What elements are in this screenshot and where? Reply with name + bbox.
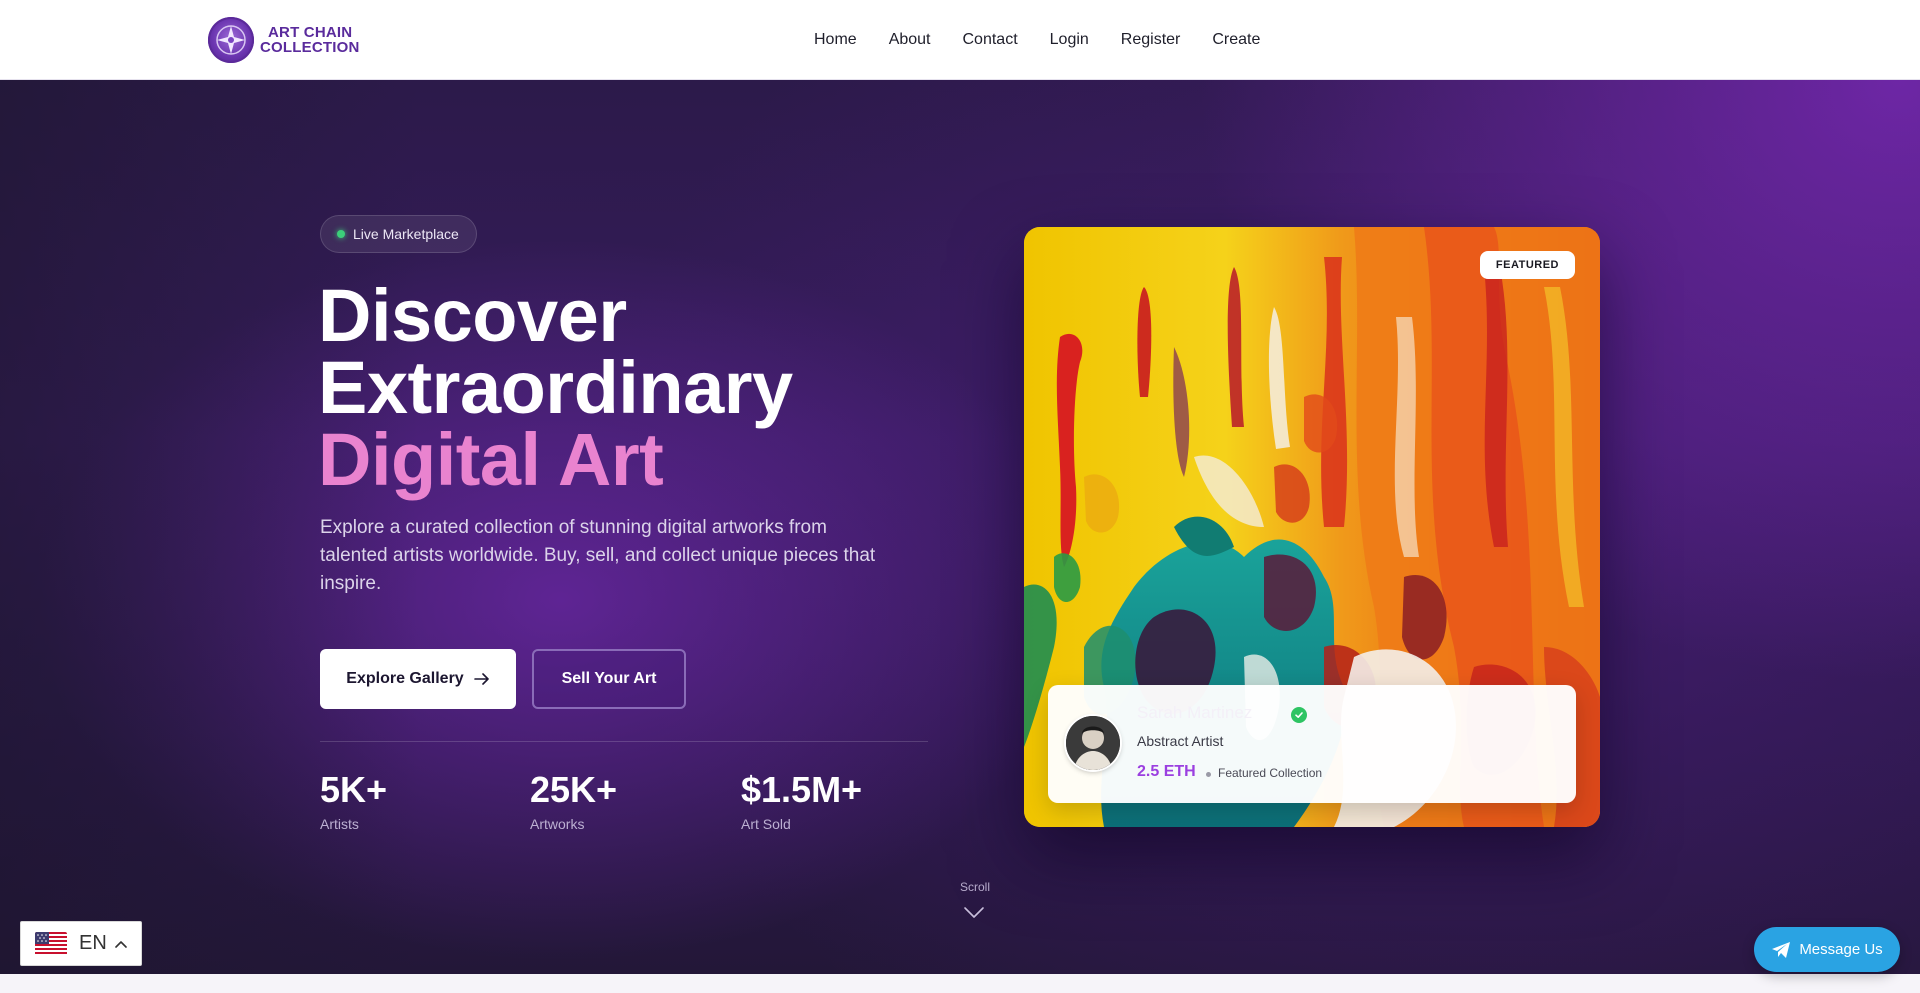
stat-label: Art Sold [741,816,791,832]
stat-artists: 5K+ Artists [320,769,388,833]
artist-role: Abstract Artist [1137,733,1224,749]
arrow-right-icon [473,673,489,685]
stat-label: Artworks [530,816,585,832]
live-badge-label: Live Marketplace [353,226,459,242]
language-selector[interactable]: EN [20,921,142,966]
hero-title-accent: Digital Art [318,418,664,501]
stats-divider [320,741,928,742]
live-status-dot-icon [337,230,345,238]
navbar: ART CHAIN COLLECTION Home About Contact … [0,0,1920,80]
us-flag-icon [35,931,67,956]
hero-title-line-2: Extraordinary [318,346,793,429]
stat-label: Artists [320,816,359,832]
language-code: EN [79,932,107,954]
hero-title-line-1: Discover [318,274,627,357]
stat-art-sold: $1.5M+ Art Sold [741,769,863,833]
scroll-label: Scroll [960,880,991,894]
next-section-edge [0,974,1920,993]
collection-label: Featured Collection [1218,766,1323,780]
verified-check-icon [1291,707,1307,723]
explore-gallery-button[interactable]: Explore Gallery [320,649,516,709]
main-nav: Home About Contact Login Register Create [814,0,1260,80]
explore-gallery-label: Explore Gallery [346,670,464,687]
message-us-button[interactable]: Message Us [1754,927,1900,972]
telegram-send-icon [1772,941,1791,958]
chevron-down-icon[interactable] [963,906,985,920]
brand-name: ART CHAIN COLLECTION [260,25,360,55]
brand-logo[interactable]: ART CHAIN COLLECTION [208,14,360,66]
logo-compass-icon [208,17,254,63]
hero-description: Explore a curated collection of stunning… [320,517,876,594]
featured-badge: FEATURED [1479,251,1575,279]
hero-title: Discover Extraordinary Digital Art [318,274,793,501]
message-us-label: Message Us [1799,941,1883,958]
artist-info-card[interactable]: Sarah Martinez Abstract Artist 2.5 ETH F… [1048,685,1576,803]
artist-name[interactable]: Sarah Martinez [1137,703,1252,723]
brand-line-1: ART CHAIN [268,24,353,41]
stat-value: 5K+ [320,769,388,810]
nav-about[interactable]: About [889,31,931,49]
nav-login[interactable]: Login [1050,31,1089,49]
brand-line-2: COLLECTION [260,39,360,56]
sell-your-art-label: Sell Your Art [561,670,657,687]
stat-artworks: 25K+ Artworks [530,769,618,833]
stat-value: 25K+ [530,769,618,810]
hero-section: Live Marketplace Discover Extraordinary … [0,80,1920,974]
separator-dot [1206,772,1211,777]
nav-home[interactable]: Home [814,31,857,49]
nav-create[interactable]: Create [1212,31,1260,49]
artwork-price: 2.5 ETH [1137,763,1196,780]
chevron-up-icon [114,940,127,948]
live-marketplace-badge: Live Marketplace [320,215,477,253]
featured-artwork-card[interactable]: FEATURED Sarah Martinez Abstract Artist … [1024,227,1600,827]
nav-contact[interactable]: Contact [963,31,1018,49]
artist-avatar [1066,716,1120,770]
nav-register[interactable]: Register [1121,31,1181,49]
sell-your-art-button[interactable]: Sell Your Art [532,649,686,709]
stat-value: $1.5M+ [741,769,863,810]
